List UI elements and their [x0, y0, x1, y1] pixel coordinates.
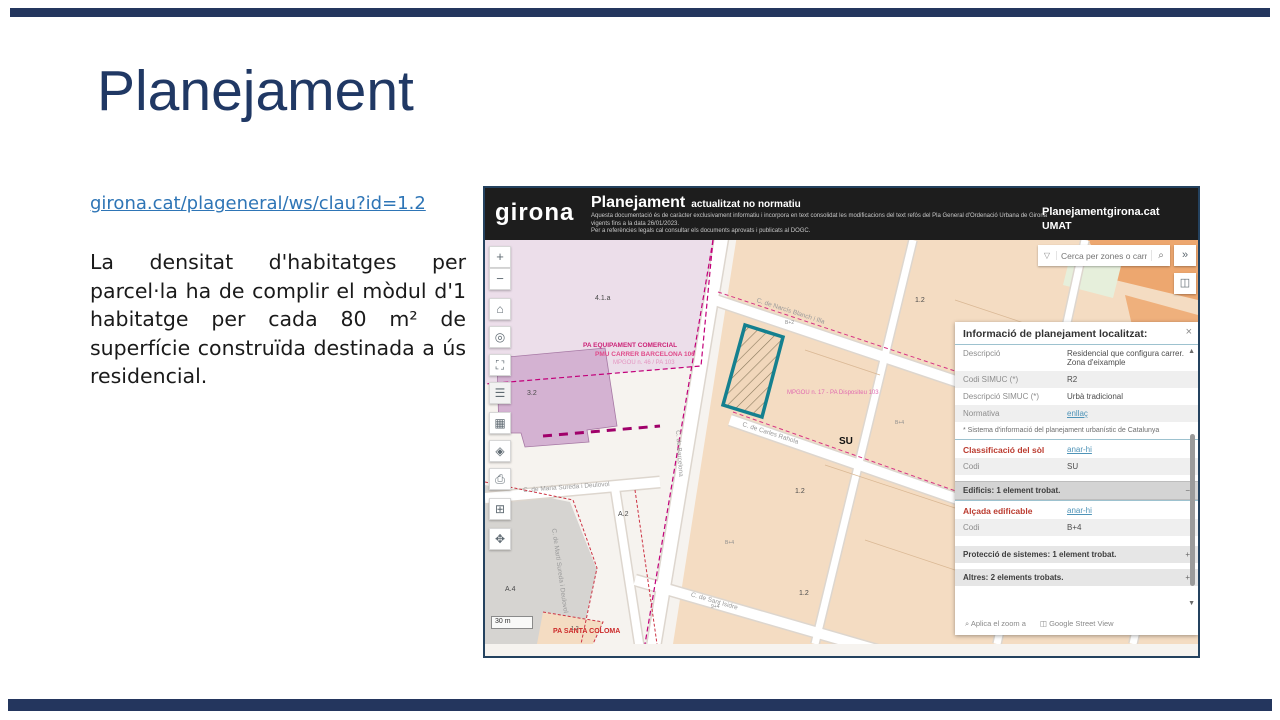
info-panel: Informació de planejament localitzat: × … — [955, 322, 1198, 635]
search-icon[interactable]: ⌕ — [1151, 250, 1170, 261]
zone-label: 1.2 — [795, 488, 805, 495]
app-title-text: Planejament — [591, 194, 685, 211]
header-org: UMAT — [1042, 220, 1072, 232]
table-row: Codi B+4 — [955, 519, 1198, 536]
collapsible-label: Altres: 2 elements trobats. — [963, 573, 1063, 582]
collapsible-edificis[interactable]: Edificis: 1 element trobat. − — [955, 481, 1198, 500]
panel-scrollbar[interactable] — [1190, 434, 1195, 586]
apply-zoom-label: Aplica el zoom a — [971, 619, 1026, 628]
table-row: Descripció SIMUC (*) Urbà tradicional — [955, 388, 1198, 405]
building-label: B+4 — [725, 540, 734, 546]
girona-link[interactable]: girona.cat/plageneral/ws/clau?id=1.2 — [90, 193, 426, 214]
section-heading: Classificació del sòl — [963, 445, 1067, 455]
close-icon[interactable]: × — [1186, 326, 1192, 338]
anar-hi-link[interactable]: anar-hi — [1067, 445, 1092, 455]
row-label: Normativa — [963, 409, 1067, 418]
fullscreen-button[interactable]: ⛶ — [489, 354, 511, 376]
street-view-button[interactable]: ◫ Google Street View — [1040, 619, 1114, 629]
zoom-to-icon: ⌕ — [965, 619, 969, 628]
zone-label: A.4 — [505, 586, 516, 593]
pa-santa-coloma-label: PA SANTA COLOMA — [553, 628, 620, 635]
scroll-up-icon[interactable]: ▲ — [1188, 348, 1195, 355]
app-disclaimer: Aquesta documentació és de caràcter excl… — [591, 213, 1061, 236]
table-row: Codi SIMUC (*) R2 — [955, 371, 1198, 388]
header-app-name[interactable]: Planejament — [1042, 206, 1107, 218]
search-input[interactable] — [1057, 251, 1151, 261]
scroll-down-icon[interactable]: ▼ — [1188, 600, 1195, 607]
body-paragraph: La densitat d'habitatges per parcel·la h… — [90, 248, 466, 391]
row-value: Residencial que configura carrer. Zona d… — [1067, 349, 1190, 367]
pan-button[interactable]: ✥ — [489, 528, 511, 550]
row-label: Codi — [963, 523, 1067, 532]
panel-title: Informació de planejament localitzat: — [955, 322, 1198, 344]
app-subtitle: actualitzat no normatiu — [691, 199, 800, 210]
measure-button[interactable]: ⊞ — [489, 498, 511, 520]
header-site-link[interactable]: girona.cat — [1107, 206, 1160, 218]
girona-logo: girona — [495, 199, 574, 227]
collapse-panel-button[interactable]: » — [1174, 245, 1196, 266]
collapsible-label: Edificis: 1 element trobat. — [963, 486, 1060, 495]
row-label: Codi SIMUC (*) — [963, 375, 1067, 384]
zone-label: 1.2 — [799, 590, 809, 597]
zone-label: 4.1.a — [595, 295, 611, 302]
row-value: R2 — [1067, 375, 1190, 384]
pa-comercial-line2: PMU CARRER BARCELONA 106 — [595, 351, 695, 358]
collapsible-proteccio[interactable]: Protecció de sistemes: 1 element trobat.… — [955, 546, 1198, 563]
basemap-button[interactable]: ▦ — [489, 412, 511, 434]
building-label: 9+4 — [711, 604, 719, 610]
building-label: B+4 — [895, 420, 904, 426]
table-row: Codi SU — [955, 458, 1198, 475]
section-heading: Alçada edificable — [963, 506, 1067, 516]
pa-mpgou17-label: MPGOU n. 17 - PA Dispositeu 103 — [787, 390, 879, 396]
building-label: B+2 — [785, 320, 794, 326]
app-header: girona Planejament actualitzat no normati… — [485, 188, 1198, 240]
pa-comercial-line1: PA EQUIPAMENT COMERCIAL — [583, 342, 677, 349]
duplicate-view-button[interactable]: ◫ — [1174, 273, 1196, 294]
row-label: Codi — [963, 462, 1067, 471]
row-value: Urbà tradicional — [1067, 392, 1190, 401]
table-row: Normativa enllaç — [955, 405, 1198, 422]
locate-button[interactable]: ◎ — [489, 326, 511, 348]
zone-label: 3.2 — [527, 390, 537, 397]
map-app-screenshot: girona Planejament actualitzat no normati… — [483, 186, 1200, 658]
street-view-label: Google Street View — [1049, 619, 1113, 628]
layers-button[interactable]: ◈ — [489, 440, 511, 462]
panel-footnote: * Sistema d'informació del planejament u… — [955, 422, 1198, 439]
pa-comercial-line3: MPGOU n. 46 / PA 103 — [613, 360, 675, 366]
slide: Planejament girona.cat/plageneral/ws/cla… — [0, 0, 1280, 720]
menu-button[interactable]: ☰ — [489, 382, 511, 404]
row-value: SU — [1067, 462, 1190, 471]
table-row: Descripció Residencial que configura car… — [955, 345, 1198, 371]
disclaimer-line2: Per a referències legals cal consultar e… — [591, 228, 810, 234]
top-accent-bar — [10, 8, 1270, 17]
info-table: Descripció Residencial que configura car… — [955, 344, 1198, 422]
zoom-out-button[interactable]: − — [489, 268, 511, 290]
disclaimer-line1: Aquesta documentació és de caràcter excl… — [591, 213, 1047, 227]
search-bar: ▽ ⌕ — [1038, 245, 1170, 266]
scale-bar: 30 m — [491, 616, 533, 629]
panel-footer: ⌕ Aplica el zoom a ◫ Google Street View — [955, 613, 1198, 635]
normativa-link[interactable]: enllaç — [1067, 409, 1190, 418]
section-alcada: Alçada edificable anar-hi — [955, 500, 1198, 519]
row-label: Descripció — [963, 349, 1067, 367]
zone-label: 1.2 — [915, 297, 925, 304]
street-view-icon: ◫ — [1040, 619, 1047, 628]
map-viewport[interactable]: C. de Narcís Blanch i Illa C. de Carles … — [485, 240, 1198, 644]
app-title: Planejament actualitzat no normatiu — [591, 194, 801, 212]
print-button[interactable]: ⎙ — [489, 468, 511, 490]
search-filter-dropdown[interactable]: ▽ — [1038, 251, 1057, 260]
collapsible-altres[interactable]: Altres: 2 elements trobats. + — [955, 569, 1198, 586]
page-title: Planejament — [97, 58, 414, 124]
zoom-in-button[interactable]: + — [489, 246, 511, 268]
row-label: Descripció SIMUC (*) — [963, 392, 1067, 401]
row-value: B+4 — [1067, 523, 1190, 532]
apply-zoom-button[interactable]: ⌕ Aplica el zoom a — [965, 619, 1026, 629]
zone-label-su: SU — [839, 436, 853, 447]
collapsible-label: Protecció de sistemes: 1 element trobat. — [963, 550, 1116, 559]
zone-label: A.2 — [618, 511, 629, 518]
bottom-accent-bar — [8, 699, 1272, 711]
section-classificacio: Classificació del sòl anar-hi — [955, 439, 1198, 458]
anar-hi-link[interactable]: anar-hi — [1067, 506, 1092, 516]
home-button[interactable]: ⌂ — [489, 298, 511, 320]
